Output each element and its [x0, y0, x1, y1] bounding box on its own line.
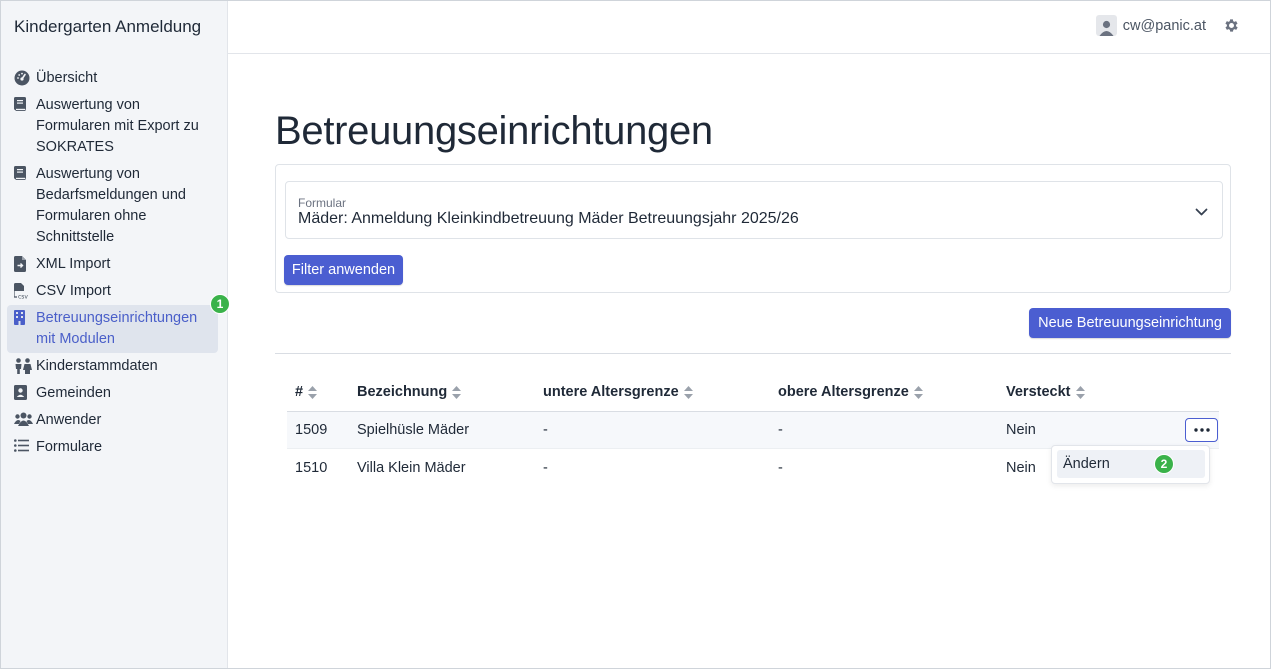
sidebar-item-gemeinden[interactable]: Gemeinden	[7, 380, 218, 407]
filter-card: Formular Mäder: Anmeldung Kleinkindbetre…	[275, 164, 1231, 293]
column-header-id[interactable]: #	[295, 384, 357, 400]
sidebar-item-auswertung-bedarfsmeldungen[interactable]: Auswertung von Bedarfsmeldungen und Form…	[7, 161, 218, 251]
menu-item-aendern[interactable]: Ändern 2	[1057, 450, 1205, 478]
sidebar-item-label: Anwender	[36, 412, 102, 428]
sidebar-item-xml-import[interactable]: XML Import	[7, 251, 218, 278]
sidebar-item-formulare[interactable]: Formulare	[7, 434, 218, 461]
user-menu[interactable]: cw@panic.at	[1095, 15, 1206, 36]
page-title: Betreuungseinrichtungen	[275, 109, 713, 153]
users-icon	[14, 410, 36, 431]
cell-versteckt: Nein	[1006, 422, 1036, 438]
gauge-icon	[14, 68, 36, 89]
column-header-label: obere Altersgrenze	[778, 384, 909, 400]
column-header-bezeichnung[interactable]: Bezeichnung	[357, 384, 543, 400]
sidebar-item-auswertung-sokrates[interactable]: Auswertung von Formularen mit Export zu …	[7, 92, 218, 161]
sort-icon	[913, 385, 923, 399]
step-badge: 2	[1154, 454, 1174, 474]
sidebar: Kindergarten Anmeldung Übersicht Auswert…	[1, 1, 230, 668]
table-row[interactable]: 1509 Spielhüsle Mäder - - Nein	[287, 412, 1219, 449]
book-icon	[14, 95, 36, 116]
column-header-untere-altersgrenze[interactable]: untere Altersgrenze	[543, 384, 778, 400]
row-actions-menu: Ändern 2	[1051, 445, 1210, 484]
chevron-down-icon	[1195, 204, 1208, 222]
sidebar-item-uebersicht[interactable]: Übersicht	[7, 65, 218, 92]
gear-icon[interactable]	[1223, 17, 1240, 39]
sort-icon	[683, 385, 693, 399]
sort-icon	[452, 385, 462, 399]
svg-text:csv: csv	[18, 294, 28, 300]
sidebar-item-label: XML Import	[36, 256, 111, 272]
column-header-label: untere Altersgrenze	[543, 384, 679, 400]
column-header-versteckt[interactable]: Versteckt	[1006, 384, 1156, 400]
cell-bezeichnung: Villa Klein Mäder	[357, 459, 466, 476]
column-header-label: #	[295, 384, 304, 400]
table-header: # Bezeichnung untere Altersgrenze obere …	[287, 373, 1219, 412]
sidebar-item-label: Auswertung von Formularen mit Export zu …	[36, 97, 199, 155]
app-window: Kindergarten Anmeldung Übersicht Auswert…	[0, 0, 1271, 669]
sidebar-item-csv-import[interactable]: csv CSV Import	[7, 278, 218, 305]
cell-obere-altersgrenze: -	[778, 422, 783, 438]
cell-id: 1510	[295, 459, 328, 476]
sidebar-item-label: Betreuungseinrichtungen mit Modulen	[36, 310, 198, 347]
children-icon	[14, 356, 36, 377]
sidebar-item-label: Gemeinden	[36, 385, 111, 401]
column-header-label: Bezeichnung	[357, 384, 448, 400]
menu-item-label: Ändern	[1063, 456, 1110, 472]
address-card-icon	[14, 383, 36, 404]
sidebar-item-betreuungseinrichtungen[interactable]: Betreuungseinrichtungen mit Modulen 1	[7, 294, 230, 353]
form-select[interactable]: Formular Mäder: Anmeldung Kleinkindbetre…	[285, 181, 1223, 239]
form-select-value: Mäder: Anmeldung Kleinkindbetreuung Mäde…	[298, 210, 799, 227]
topbar: cw@panic.at	[228, 1, 1270, 54]
avatar	[1095, 15, 1117, 36]
form-select-label: Formular	[298, 196, 347, 210]
sidebar-item-label: Kinderstammdaten	[36, 358, 158, 374]
apply-filter-button[interactable]: Filter anwenden	[284, 255, 403, 285]
divider	[275, 353, 1231, 354]
file-import-icon	[14, 254, 36, 275]
app-title[interactable]: Kindergarten Anmeldung	[14, 17, 201, 37]
cell-obere-altersgrenze: -	[778, 459, 783, 476]
sidebar-item-anwender[interactable]: Anwender	[7, 407, 218, 434]
sidebar-item-label: Formulare	[36, 439, 103, 455]
building-icon	[14, 308, 36, 329]
column-header-label: Versteckt	[1006, 384, 1071, 400]
sidebar-item-label: Auswertung von Bedarfsmeldungen und Form…	[36, 166, 186, 245]
step-badge: 1	[210, 294, 230, 314]
sidebar-nav: Übersicht Auswertung von Formularen mit …	[7, 65, 230, 461]
sidebar-item-kinderstammdaten[interactable]: Kinderstammdaten	[7, 353, 218, 380]
sort-icon	[1075, 385, 1085, 399]
file-csv-icon: csv	[14, 281, 36, 302]
column-header-obere-altersgrenze[interactable]: obere Altersgrenze	[778, 384, 1006, 400]
sort-icon	[308, 385, 318, 399]
cell-untere-altersgrenze: -	[543, 422, 548, 438]
row-actions-button[interactable]	[1185, 418, 1218, 442]
book-icon	[14, 164, 36, 185]
sidebar-item-label: Übersicht	[36, 70, 98, 86]
cell-bezeichnung: Spielhüsle Mäder	[357, 422, 470, 438]
user-email: cw@panic.at	[1122, 17, 1206, 34]
cell-untere-altersgrenze: -	[543, 459, 548, 476]
ellipsis-icon	[1193, 428, 1210, 432]
cell-id: 1509	[295, 422, 328, 438]
list-icon	[14, 437, 36, 458]
new-facility-button[interactable]: Neue Betreuungseinrichtung	[1029, 308, 1231, 338]
sidebar-item-label: CSV Import	[36, 283, 111, 299]
